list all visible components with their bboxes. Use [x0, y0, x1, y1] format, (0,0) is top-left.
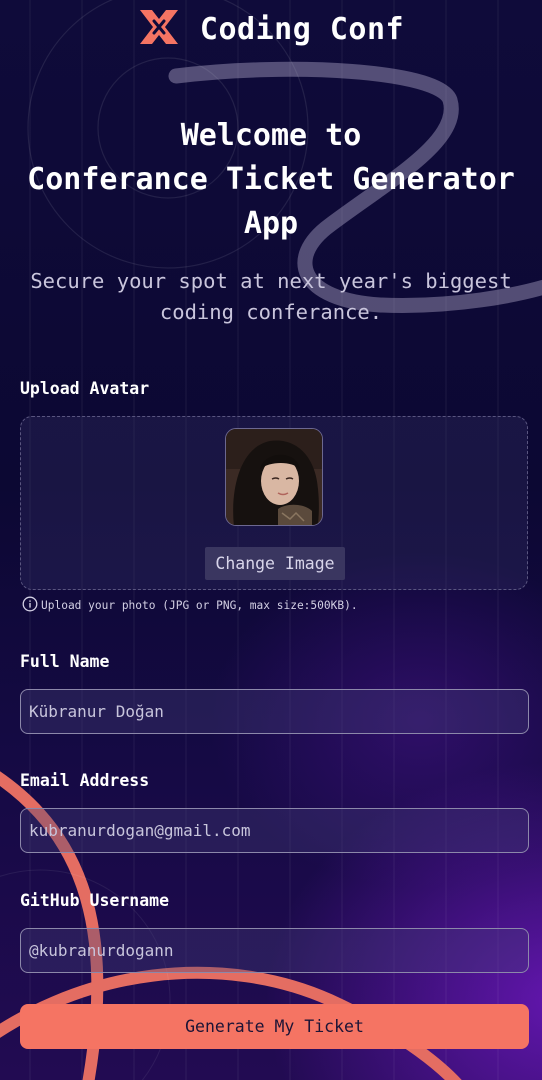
upload-hint: Upload your photo (JPG or PNG, max size:… [22, 596, 358, 615]
avatar-upload-dropzone[interactable]: Change Image [20, 416, 528, 590]
subtitle-line: Secure your spot at next year's biggest [30, 269, 512, 293]
title-line: Welcome to [180, 118, 362, 153]
avatar-preview [225, 428, 323, 526]
github-username-input[interactable] [20, 928, 529, 973]
upload-avatar-label: Upload Avatar [20, 379, 150, 398]
change-image-button[interactable]: Change Image [205, 547, 345, 580]
full-name-input[interactable] [20, 689, 529, 734]
logo-text: Coding Conf [199, 11, 405, 47]
generate-ticket-button[interactable]: Generate My Ticket [20, 1004, 529, 1049]
page-title: Welcome to Conferance Ticket Generator A… [0, 114, 542, 246]
email-input[interactable] [20, 808, 529, 853]
full-name-label: Full Name [20, 652, 110, 671]
title-line: App [243, 206, 299, 241]
page-subtitle: Secure your spot at next year's biggest … [0, 266, 542, 328]
email-label: Email Address [20, 771, 150, 790]
info-icon [22, 596, 38, 615]
github-username-label: GitHub Username [20, 891, 170, 910]
upload-hint-text: Upload your photo (JPG or PNG, max size:… [41, 599, 358, 612]
coding-conf-logo-icon [138, 8, 180, 50]
subtitle-line: coding conferance. [159, 300, 383, 324]
avatar-photo [226, 429, 322, 525]
title-line: Conferance Ticket Generator [27, 162, 515, 197]
logo: Coding Conf [0, 8, 542, 50]
